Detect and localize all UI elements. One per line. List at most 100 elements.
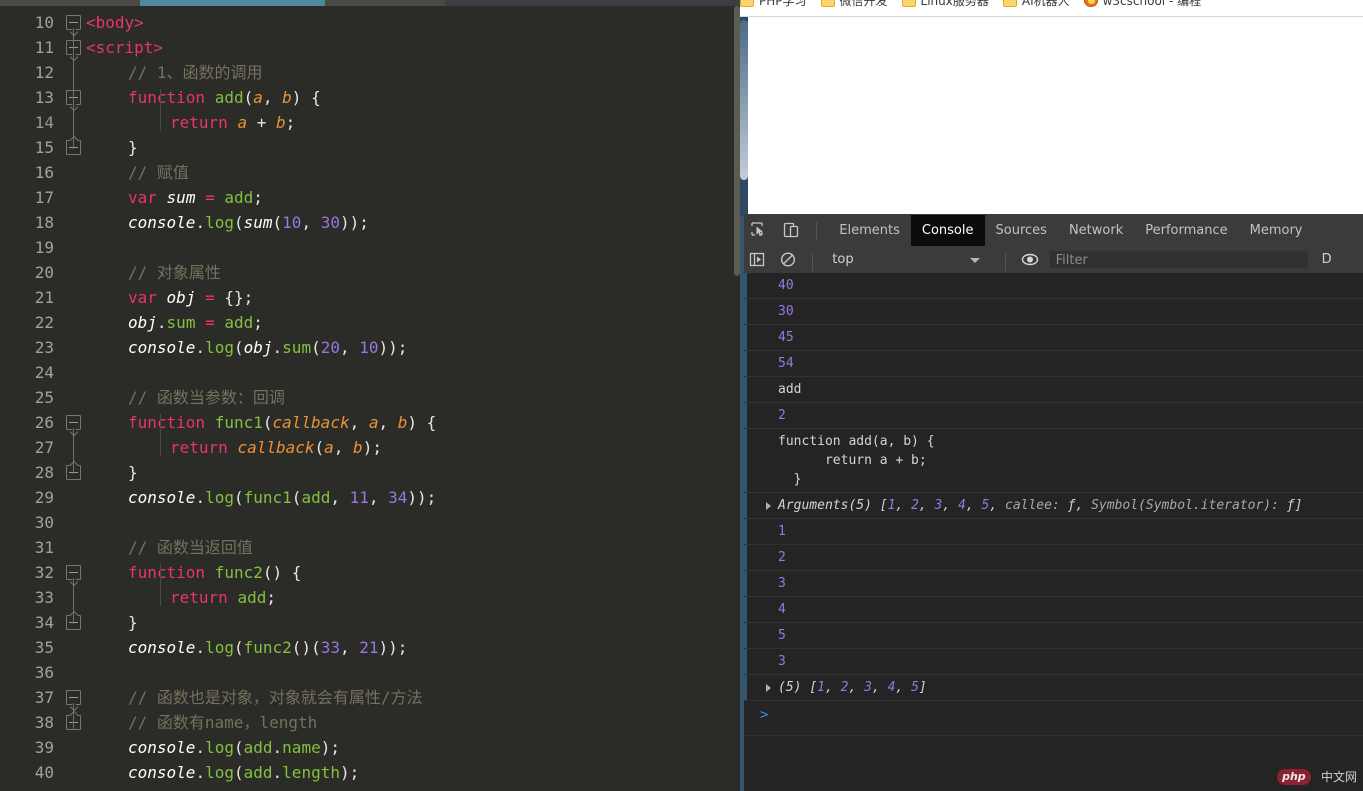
editor-line-number: 10 xyxy=(34,13,54,32)
console-message-row[interactable]: 40 xyxy=(744,273,1363,299)
bookmark-label: Linux服务器 xyxy=(920,0,989,8)
editor-code-line[interactable] xyxy=(86,360,740,385)
console-prompt[interactable]: > xyxy=(744,701,1363,736)
editor-code-line[interactable]: } xyxy=(86,135,740,160)
expand-triangle-icon[interactable] xyxy=(766,684,771,692)
console-message-row[interactable]: 54 xyxy=(744,351,1363,377)
page-viewport[interactable] xyxy=(748,17,1363,214)
console-message-row[interactable]: function add(a, b) { return a + b; } xyxy=(744,429,1363,493)
code-editor-pane[interactable]: 10 11 12 13 14 15 16 17 18 19 20 21 22 23 24 25 26 27 28 29… xyxy=(0,0,740,791)
indent-guide xyxy=(160,89,161,131)
bookmark-item[interactable]: Linux服务器 xyxy=(901,0,989,10)
editor-code-line[interactable]: console.log(add.length); xyxy=(86,760,740,785)
code-token: add xyxy=(301,488,331,507)
console-message-list[interactable]: 40 30 45 54 add 2 function add(a, b) { return … xyxy=(744,273,1363,791)
console-row-accent xyxy=(744,597,747,622)
editor-code-line[interactable]: console.log(func1(add, 11, 34)); xyxy=(86,485,740,510)
console-message-row[interactable]: 45 xyxy=(744,325,1363,351)
editor-code-line[interactable]: // 函数当返回值 xyxy=(86,535,740,560)
editor-code-line[interactable]: <script> xyxy=(86,35,734,60)
editor-code-line[interactable]: // 函数当参数：回调 xyxy=(86,385,740,410)
execution-context-select[interactable]: top xyxy=(824,246,994,273)
editor-code-line[interactable]: // 函数有name，length xyxy=(86,710,740,735)
console-message-row[interactable]: 5 xyxy=(744,623,1363,649)
editor-code-line[interactable] xyxy=(86,235,740,260)
editor-line-number: 16 xyxy=(34,163,54,182)
code-token: name xyxy=(282,738,321,757)
console-message-row[interactable]: Arguments(5) [1, 2, 3, 4, 5, callee: ƒ, … xyxy=(744,493,1363,519)
console-message-row[interactable]: 2 xyxy=(744,403,1363,429)
editor-code-line[interactable]: console.log(obj.sum(20, 10)); xyxy=(86,335,740,360)
editor-code-line[interactable]: console.log(sum(10, 30)); xyxy=(86,210,740,235)
page-vertical-scrollbar[interactable] xyxy=(740,17,748,214)
console-message-row[interactable]: 4 xyxy=(744,597,1363,623)
devtools-panel[interactable]: Elements Console Sources Network Performance… xyxy=(740,214,1363,791)
editor-code-line[interactable]: // 1、函数的调用 xyxy=(86,60,740,85)
editor-line-number: 25 xyxy=(34,388,54,407)
expand-triangle-icon[interactable] xyxy=(766,502,771,510)
devtools-tab-network[interactable]: Network xyxy=(1058,215,1134,246)
devtools-tab-sources[interactable]: Sources xyxy=(985,215,1058,246)
editor-code-line[interactable] xyxy=(86,785,740,791)
editor-code-line[interactable]: return a + b; xyxy=(86,110,740,135)
console-message-row[interactable]: 30 xyxy=(744,299,1363,325)
code-token: sum xyxy=(166,313,196,332)
console-filter-bar[interactable]: top Filter D xyxy=(744,246,1363,274)
device-toolbar-icon[interactable] xyxy=(777,215,805,246)
editor-code-line[interactable]: function func2() { xyxy=(86,560,740,585)
bookmark-item[interactable]: PHP学习 xyxy=(740,0,807,10)
folder-icon xyxy=(901,0,916,7)
editor-code-line[interactable]: function add(a, b) { xyxy=(86,85,740,110)
editor-code-line[interactable]: <body> xyxy=(86,10,734,35)
devtools-tab-performance[interactable]: Performance xyxy=(1134,215,1238,246)
editor-code-line[interactable] xyxy=(86,660,740,685)
editor-code-line[interactable]: var sum = add; xyxy=(86,185,740,210)
editor-code-line[interactable]: console.log(add.name); xyxy=(86,735,740,760)
devtools-tab-memory[interactable]: Memory xyxy=(1239,215,1314,246)
editor-code-line[interactable]: function func1(callback, a, b) { xyxy=(86,410,740,435)
console-text-segment: , xyxy=(942,498,959,513)
console-message-row[interactable]: 3 xyxy=(744,571,1363,597)
code-token: , xyxy=(262,88,283,107)
editor-code-line[interactable]: return callback(a, b); xyxy=(86,435,740,460)
console-message-row[interactable]: (5) [1, 2, 3, 4, 5] xyxy=(744,675,1363,701)
editor-code-line[interactable]: obj.sum = add; xyxy=(86,310,740,335)
clear-console-icon[interactable] xyxy=(775,246,801,273)
editor-code-line[interactable] xyxy=(86,510,740,535)
editor-line-number: 36 xyxy=(34,663,54,682)
browser-window[interactable]: PHP学习 微信开发 Linux服务器 AI机器人 w3cschool - 编程 Ele… xyxy=(740,0,1363,791)
editor-code-line[interactable]: } xyxy=(86,610,740,635)
console-message-row[interactable]: add xyxy=(744,377,1363,403)
inspect-element-icon[interactable] xyxy=(744,215,772,246)
code-token: , xyxy=(301,213,321,232)
console-filter-input[interactable]: Filter xyxy=(1048,250,1309,269)
bookmarks-bar[interactable]: PHP学习 微信开发 Linux服务器 AI机器人 w3cschool - 编程 xyxy=(740,0,1363,17)
console-message-row[interactable]: 1 xyxy=(744,519,1363,545)
console-text-segment: , xyxy=(895,498,912,513)
code-token: } xyxy=(128,613,138,632)
devtools-tab-bar[interactable]: Elements Console Sources Network Performance… xyxy=(744,215,1363,247)
bookmark-item[interactable]: AI机器人 xyxy=(1002,0,1070,10)
console-text-segment: 5 xyxy=(778,628,786,643)
editor-code-line[interactable]: // 函数也是对象，对象就会有属性/方法 xyxy=(86,685,740,710)
editor-code-line[interactable]: return add; xyxy=(86,585,740,610)
console-levels-label[interactable]: D xyxy=(1322,246,1332,273)
editor-code-line[interactable]: // 赋值 xyxy=(86,160,740,185)
devtools-tab-elements[interactable]: Elements xyxy=(828,215,911,246)
live-expression-icon[interactable] xyxy=(1017,246,1043,273)
console-sidebar-icon[interactable] xyxy=(744,246,770,273)
console-message-row[interactable]: 3 xyxy=(744,649,1363,675)
bookmark-item[interactable]: w3cschool - 编程 xyxy=(1083,0,1201,10)
editor-code-line[interactable]: // 对象属性 xyxy=(86,260,740,285)
code-token: . xyxy=(272,738,283,757)
devtools-tab-console[interactable]: Console xyxy=(910,215,985,246)
editor-code-area[interactable]: <body> <script>// 1、函数的调用 function add(a, … xyxy=(86,6,734,791)
editor-code-line[interactable]: } xyxy=(86,460,740,485)
bookmark-item[interactable]: 微信开发 xyxy=(820,0,888,10)
page-scrollbar-thumb[interactable] xyxy=(740,20,748,180)
code-token: . xyxy=(195,638,206,657)
editor-fold-gutter[interactable] xyxy=(62,6,86,791)
editor-code-line[interactable]: console.log(func2()(33, 21)); xyxy=(86,635,740,660)
editor-code-line[interactable]: var obj = {}; xyxy=(86,285,740,310)
console-message-row[interactable]: 2 xyxy=(744,545,1363,571)
